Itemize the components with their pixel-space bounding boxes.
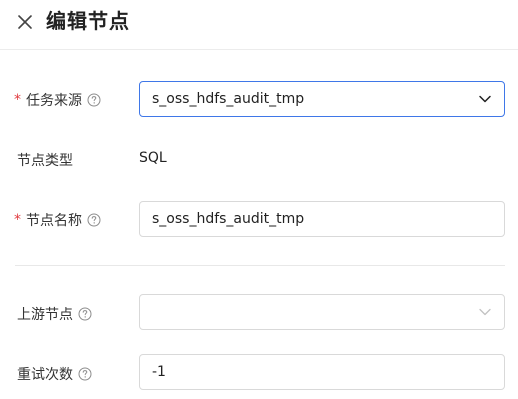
task-source-label: 任务来源 xyxy=(26,93,82,109)
close-icon[interactable] xyxy=(14,11,36,33)
form-row-node-name: * 节点名称 xyxy=(0,200,518,238)
task-source-value: s_oss_hdfs_audit_tmp xyxy=(152,91,305,107)
form-row-upstream-node: 上游节点 xyxy=(0,294,518,332)
question-circle-icon[interactable] xyxy=(87,213,101,227)
edit-node-panel: 编辑节点 * 任务来源 s_oss_hdfs_audit_tmp 节点类型 SQ… xyxy=(0,0,518,399)
retry-count-field[interactable] xyxy=(139,354,505,390)
retry-count-label-group: 重试次数 xyxy=(17,364,92,384)
retry-count-label: 重试次数 xyxy=(17,367,73,383)
close-button[interactable] xyxy=(14,11,36,33)
node-name-input[interactable] xyxy=(152,211,492,227)
required-mark: * xyxy=(14,212,21,228)
form-row-node-type: 节点类型 SQL xyxy=(0,148,518,170)
node-name-field[interactable] xyxy=(139,201,505,237)
upstream-node-select[interactable] xyxy=(139,294,505,330)
task-source-select[interactable]: s_oss_hdfs_audit_tmp xyxy=(139,81,505,117)
task-source-label-group: * 任务来源 xyxy=(14,90,101,110)
page-title: 编辑节点 xyxy=(46,9,130,33)
question-circle-icon[interactable] xyxy=(87,93,101,107)
upstream-node-label-group: 上游节点 xyxy=(17,304,92,324)
section-divider xyxy=(15,265,505,266)
question-circle-icon[interactable] xyxy=(78,367,92,381)
upstream-node-label: 上游节点 xyxy=(17,307,73,323)
node-type-label-group: 节点类型 xyxy=(17,150,73,170)
chevron-down-icon[interactable] xyxy=(478,305,492,319)
required-mark: * xyxy=(14,92,21,108)
form-row-retry-count: 重试次数 xyxy=(0,354,518,392)
node-name-label-group: * 节点名称 xyxy=(14,210,101,230)
node-type-value: SQL xyxy=(139,150,167,166)
panel-header: 编辑节点 xyxy=(0,0,518,50)
form-row-task-source: * 任务来源 s_oss_hdfs_audit_tmp xyxy=(0,80,518,118)
node-type-label: 节点类型 xyxy=(17,153,73,169)
question-circle-icon[interactable] xyxy=(78,307,92,321)
node-name-label: 节点名称 xyxy=(26,213,82,229)
retry-count-input[interactable] xyxy=(152,364,492,380)
chevron-down-icon[interactable] xyxy=(478,92,492,106)
